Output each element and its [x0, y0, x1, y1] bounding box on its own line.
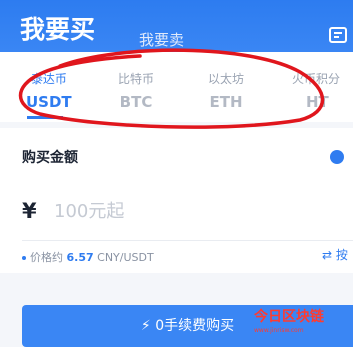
currency-symbol: ¥	[22, 199, 37, 223]
divider	[22, 240, 353, 241]
watermark-text: 今日区块链	[254, 309, 324, 325]
purchase-card: 购买金额 ¥ 价格约 6.57 CNY/USDT ⇄ 按	[0, 128, 353, 273]
watermark-logo: 今日区块链 www.jinrisw.com	[254, 306, 324, 334]
watermark-url: www.jinrisw.com	[254, 327, 304, 334]
order-list-icon[interactable]	[329, 26, 349, 44]
buy-button-label: 0手续费购买	[155, 318, 235, 334]
coin-name: 火币积分	[292, 72, 341, 86]
coin-name: 以太坊	[208, 72, 245, 86]
coin-tab-btc[interactable]: 比特币 BTC	[118, 70, 154, 111]
app-header: 我要买 我要卖	[0, 0, 353, 52]
coin-symbol: USDT	[26, 93, 72, 111]
coin-symbol: BTC	[119, 93, 153, 111]
coin-name: 泰达币	[30, 72, 67, 86]
coin-tab-usdt[interactable]: 泰达币 USDT	[26, 70, 72, 111]
bullet-icon	[22, 256, 26, 260]
price-unit: CNY/USDT	[97, 251, 154, 264]
price-info: 价格约 6.57 CNY/USDT	[22, 249, 154, 265]
toggle-label: 按	[335, 248, 348, 262]
amount-input[interactable]	[52, 200, 256, 223]
swap-icon: ⇄	[322, 248, 333, 262]
coin-tab-eth[interactable]: 以太坊 ETH	[208, 70, 244, 111]
toggle-mode-button[interactable]: ⇄ 按	[322, 246, 348, 263]
tab-sell[interactable]: 我要卖	[139, 29, 184, 50]
coin-name: 比特币	[118, 72, 155, 86]
price-value: 6.57	[66, 251, 94, 264]
coin-symbol: HT	[306, 93, 329, 111]
active-coin-underline	[27, 116, 63, 119]
tab-buy[interactable]: 我要买	[20, 10, 95, 46]
coin-tab-ht[interactable]: 火币积分 HT	[292, 70, 353, 111]
lightning-icon: ⚡	[140, 318, 151, 334]
purchase-amount-title: 购买金额	[22, 150, 78, 166]
coin-symbol: ETH	[209, 93, 243, 111]
coin-selector: 泰达币 USDT 比特币 BTC 以太坊 ETH 火币积分 HT	[0, 52, 353, 122]
check-icon[interactable]	[330, 150, 344, 164]
price-label: 价格约	[30, 251, 63, 264]
